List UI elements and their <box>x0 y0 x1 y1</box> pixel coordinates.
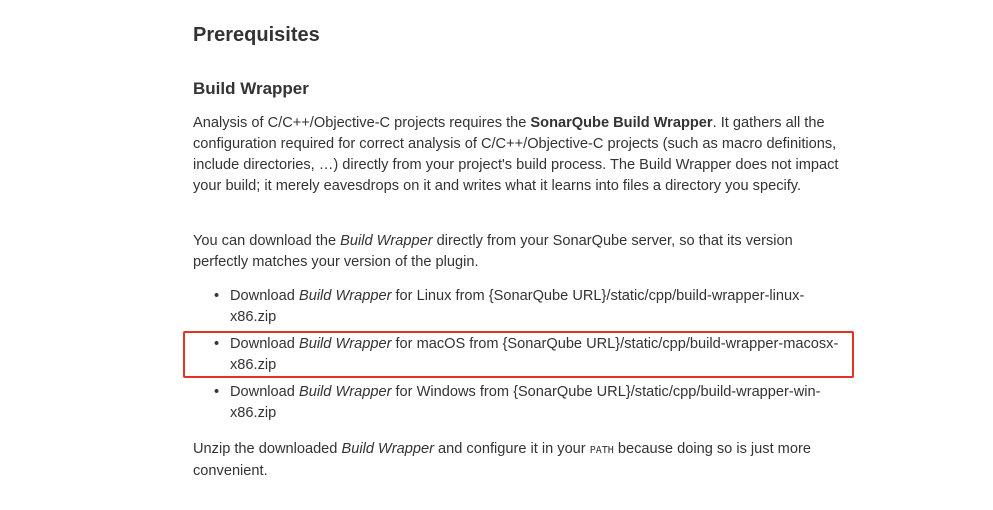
section-title: Build Wrapper <box>193 79 309 98</box>
download-item-prefix: Download <box>230 288 299 304</box>
intro-strong: SonarQube Build Wrapper <box>530 115 713 131</box>
download-item-windows: • Download Build Wrapper for Windows fro… <box>193 382 843 424</box>
download-item-prefix: Download <box>230 336 299 352</box>
bullet-icon: • <box>214 384 220 400</box>
outro-text-middle: and configure it in your <box>433 441 590 457</box>
download-item-em: Build Wrapper <box>298 384 392 400</box>
outro-paragraph: Unzip the downloaded Build Wrapper and c… <box>193 439 843 482</box>
download-item-linux: • Download Build Wrapper for Linux from … <box>193 286 843 328</box>
intro-text-before: Analysis of C/C++/Objective-C projects r… <box>193 115 531 131</box>
download-item-prefix: Download <box>230 384 299 400</box>
outro-text-before: Unzip the downloaded <box>193 441 342 457</box>
intro-paragraph: Analysis of C/C++/Objective-C projects r… <box>193 113 843 197</box>
bullet-icon: • <box>214 288 220 304</box>
download-intro-before: You can download the <box>193 233 341 249</box>
download-intro-em: Build Wrapper <box>340 233 433 249</box>
bullet-icon: • <box>214 336 220 352</box>
outro-em: Build Wrapper <box>341 441 434 457</box>
download-item-em: Build Wrapper <box>298 336 392 352</box>
page-title: Prerequisites <box>193 24 320 46</box>
download-list: • Download Build Wrapper for Linux from … <box>193 286 843 430</box>
download-item-macos: • Download Build Wrapper for macOS from … <box>193 334 843 376</box>
download-item-em: Build Wrapper <box>298 288 392 304</box>
path-code: PATH <box>589 445 614 456</box>
download-intro-paragraph: You can download the Build Wrapper direc… <box>193 231 843 273</box>
